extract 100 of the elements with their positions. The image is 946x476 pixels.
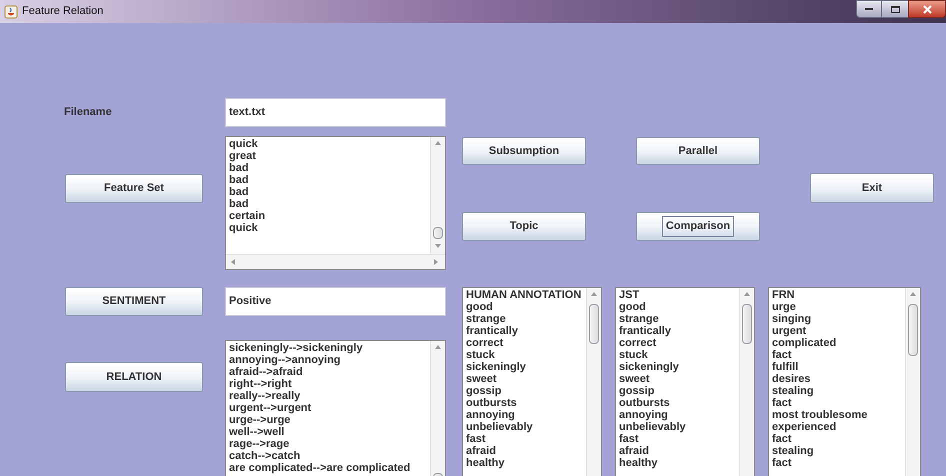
list-item[interactable]: unbelievably — [466, 421, 583, 433]
list-item[interactable]: quick — [229, 138, 427, 150]
vertical-scrollbar[interactable] — [430, 137, 445, 254]
subsumption-button[interactable]: Subsumption — [462, 137, 586, 165]
list-item[interactable]: outbursts — [619, 397, 736, 409]
relation-list[interactable]: sickeningly-->sickeningly annoying-->annoying afraid-->afraid right-->right really-->really urgent-->urgent urge-->urge well-->well rage-->rage catch-->catch are complicated-->are complicated — [225, 340, 446, 476]
list-item[interactable]: well-->well — [229, 426, 427, 438]
list-item[interactable]: certain — [229, 210, 427, 222]
list-item[interactable]: good — [466, 301, 583, 313]
list-item[interactable]: gossip — [619, 385, 736, 397]
list-item[interactable]: healthy — [466, 457, 583, 469]
vertical-scrollbar[interactable] — [739, 288, 754, 476]
scrollbar-thumb[interactable] — [433, 227, 443, 239]
list-item[interactable]: sickeningly — [619, 361, 736, 373]
list-item[interactable]: bad — [229, 162, 427, 174]
maximize-button[interactable] — [882, 0, 908, 18]
list-item[interactable]: catch-->catch — [229, 450, 427, 462]
vertical-scrollbar[interactable] — [430, 341, 445, 476]
list-item[interactable]: fact — [772, 397, 902, 409]
list-item[interactable]: bad — [229, 186, 427, 198]
list-item[interactable]: stuck — [466, 349, 583, 361]
arrow-icon[interactable] — [590, 291, 598, 299]
list-item[interactable]: annoying — [619, 409, 736, 421]
list-item[interactable]: frantically — [466, 325, 583, 337]
list-item[interactable]: bad — [229, 198, 427, 210]
vertical-scrollbar[interactable] — [905, 288, 920, 476]
list-item[interactable]: fact — [772, 433, 902, 445]
list-item[interactable]: sweet — [466, 373, 583, 385]
list-item[interactable]: afraid — [619, 445, 736, 457]
arrow-icon[interactable] — [743, 291, 751, 299]
list-item[interactable]: sweet — [619, 373, 736, 385]
feature-set-button[interactable]: Feature Set — [65, 174, 203, 203]
arrow-icon[interactable] — [230, 258, 238, 266]
list-item[interactable]: annoying-->annoying — [229, 354, 427, 366]
close-icon[interactable] — [922, 4, 932, 14]
relation-button[interactable]: RELATION — [65, 362, 203, 392]
list-item[interactable]: urge — [772, 301, 902, 313]
list-item[interactable]: fact — [772, 349, 902, 361]
result-list[interactable]: JST good strange frantically correct stuck sickeningly sweet gossip outbursts annoying unbelievably fast afraid healthy — [615, 287, 755, 476]
arrow-icon[interactable] — [434, 344, 442, 352]
list-item[interactable]: desires — [772, 373, 902, 385]
list-item[interactable]: stuck — [619, 349, 736, 361]
list-item[interactable]: complicated — [772, 337, 902, 349]
list-item[interactable]: sickeningly — [466, 361, 583, 373]
list-item[interactable]: really-->really — [229, 390, 427, 402]
list-item[interactable]: urge-->urge — [229, 414, 427, 426]
list-item[interactable]: afraid-->afraid — [229, 366, 427, 378]
parallel-button[interactable]: Parallel — [636, 137, 760, 165]
scrollbar-thumb[interactable] — [742, 304, 752, 344]
list-item[interactable]: singing — [772, 313, 902, 325]
list-item[interactable]: stealing — [772, 445, 902, 457]
arrow-icon[interactable] — [434, 140, 442, 148]
list-item[interactable]: strange — [466, 313, 583, 325]
list-item[interactable]: experienced — [772, 421, 902, 433]
sentiment-button[interactable]: SENTIMENT — [65, 287, 203, 316]
list-item[interactable]: gossip — [466, 385, 583, 397]
list-item[interactable]: JST — [619, 289, 736, 301]
comparison-button[interactable]: Comparison — [636, 212, 760, 241]
list-item[interactable]: unbelievably — [619, 421, 736, 433]
list-item[interactable]: quick — [229, 222, 427, 234]
list-item[interactable]: most troublesome — [772, 409, 902, 421]
list-item[interactable]: fast — [466, 433, 583, 445]
window-title: Feature Relation — [22, 4, 104, 20]
list-item[interactable]: afraid — [466, 445, 583, 457]
arrow-icon[interactable] — [909, 291, 917, 299]
list-item[interactable]: sickeningly-->sickeningly — [229, 342, 427, 354]
list-item[interactable]: correct — [466, 337, 583, 349]
result-list[interactable]: HUMAN ANNOTATION good strange frantically correct stuck sickeningly sweet gossip outbursts annoying unbelievably fast afraid healthy — [462, 287, 602, 476]
list-item[interactable]: strange — [619, 313, 736, 325]
list-item[interactable]: healthy — [619, 457, 736, 469]
feature-list[interactable]: quick great bad bad bad bad certain quick — [225, 136, 446, 270]
exit-button[interactable]: Exit — [810, 173, 934, 203]
list-item[interactable]: frantically — [619, 325, 736, 337]
list-item[interactable]: FRN — [772, 289, 902, 301]
result-list[interactable]: FRN urge singing urgent complicated fact fulfill desires stealing fact most troublesome experienced fact stealing fact — [768, 287, 921, 476]
list-item[interactable]: urgent-->urgent — [229, 402, 427, 414]
list-item[interactable]: HUMAN ANNOTATION — [466, 289, 583, 301]
close-button[interactable] — [908, 0, 946, 18]
scrollbar-thumb[interactable] — [589, 304, 599, 344]
list-item[interactable]: correct — [619, 337, 736, 349]
list-item[interactable]: stealing — [772, 385, 902, 397]
list-item[interactable]: right-->right — [229, 378, 427, 390]
list-item[interactable]: rage-->rage — [229, 438, 427, 450]
list-item[interactable]: urgent — [772, 325, 902, 337]
horizontal-scrollbar[interactable] — [226, 254, 445, 269]
sentiment-field[interactable]: Positive — [225, 287, 446, 316]
list-item[interactable]: fact — [772, 457, 902, 469]
filename-field[interactable]: text.txt — [225, 98, 446, 127]
list-item[interactable]: outbursts — [466, 397, 583, 409]
list-item[interactable]: fulfill — [772, 361, 902, 373]
list-item[interactable]: good — [619, 301, 736, 313]
scrollbar-thumb[interactable] — [908, 304, 918, 356]
minimize-button[interactable] — [856, 0, 882, 18]
list-item[interactable]: great — [229, 150, 427, 162]
vertical-scrollbar[interactable] — [586, 288, 601, 476]
list-item[interactable]: are complicated-->are complicated — [229, 462, 427, 474]
list-item[interactable]: annoying — [466, 409, 583, 421]
topic-button[interactable]: Topic — [462, 212, 586, 241]
list-item[interactable]: fast — [619, 433, 736, 445]
list-item[interactable]: bad — [229, 174, 427, 186]
